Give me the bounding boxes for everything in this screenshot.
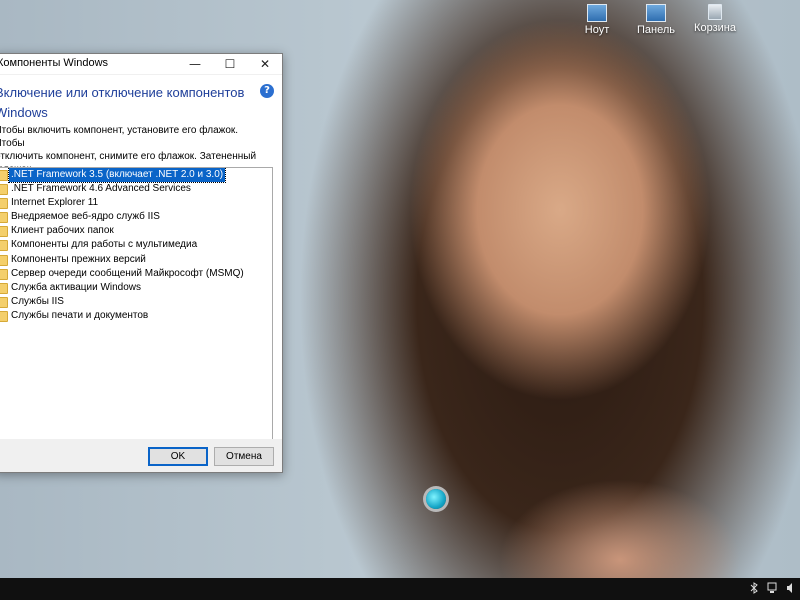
folder-icon (0, 268, 8, 280)
feature-label: Компоненты для работы с мультимедиа (11, 239, 198, 251)
folder-icon (0, 240, 8, 252)
desktop-icon-recycle-bin[interactable]: Корзина (686, 4, 744, 34)
taskbar (0, 578, 800, 600)
dialog-heading: Включение или отключение компонентов Win… (0, 85, 245, 120)
network-icon[interactable] (766, 582, 778, 597)
feature-label: .NET Framework 4.6 Advanced Services (11, 183, 191, 195)
computer-icon (587, 4, 607, 22)
feature-item[interactable]: Сервер очереди сообщений Майкрософт (MSM… (0, 267, 272, 281)
folder-icon (0, 170, 8, 181)
desktop-icon-label: Панель (636, 24, 675, 36)
minimize-button[interactable]: — (178, 54, 212, 74)
close-button[interactable]: ✕ (248, 54, 282, 74)
feature-label: Службы IIS (11, 295, 64, 307)
desktop-icon-control-panel[interactable]: Панель (627, 4, 685, 36)
feature-label: Сервер очереди сообщений Майкрософт (MSM… (11, 267, 244, 279)
maximize-button[interactable]: ☐ (213, 54, 247, 74)
feature-label: Службы печати и документов (11, 309, 149, 321)
folder-icon (0, 310, 8, 322)
windows-features-dialog: Компоненты Windows — ☐ ✕ Включение или о… (0, 53, 283, 473)
features-tree[interactable]: .NET Framework 3.5 (включает .NET 2.0 и … (0, 167, 273, 441)
folder-icon (0, 282, 8, 294)
feature-item[interactable]: .NET Framework 4.6 Advanced Services (0, 182, 272, 196)
folder-icon (0, 198, 8, 210)
help-icon[interactable]: ? (260, 84, 274, 98)
wallpaper-ring-detail (426, 489, 446, 509)
feature-item[interactable]: .NET Framework 3.5 (включает .NET 2.0 и … (0, 168, 272, 183)
feature-item[interactable]: Клиент рабочих папок (0, 224, 272, 238)
feature-label: Внедряемое веб-ядро служб IIS (11, 211, 160, 223)
recycle-bin-icon (708, 4, 722, 20)
desktop-icon-label: Ноут (584, 24, 610, 36)
folder-icon (0, 296, 8, 308)
feature-label: Служба активации Windows (11, 281, 142, 293)
desktop-icon-label: Корзина (694, 22, 736, 34)
feature-label: Internet Explorer 11 (11, 197, 99, 209)
control-panel-icon (646, 4, 666, 22)
cancel-button[interactable]: Отмена (214, 447, 274, 466)
folder-icon (0, 212, 8, 224)
folder-icon (0, 184, 8, 196)
feature-label: Клиент рабочих папок (11, 225, 114, 237)
feature-item[interactable]: Службы IIS (0, 295, 272, 309)
folder-icon (0, 226, 8, 238)
feature-item[interactable]: Internet Explorer 11 (0, 196, 272, 210)
feature-item[interactable]: Компоненты для работы с мультимедиа (0, 238, 272, 252)
system-tray (750, 578, 800, 600)
bluetooth-icon[interactable] (750, 581, 758, 597)
desktop-icon-notebook[interactable]: Ноут (568, 4, 626, 36)
folder-icon (0, 254, 8, 266)
dialog-title: Компоненты Windows (0, 57, 109, 69)
volume-icon[interactable] (786, 582, 796, 597)
feature-label: .NET Framework 3.5 (включает .NET 2.0 и … (7, 168, 227, 183)
feature-label: Компоненты прежних версий (11, 253, 146, 265)
feature-item[interactable]: Компоненты прежних версий (0, 253, 272, 267)
feature-item[interactable]: Внедряемое веб-ядро служб IIS (0, 210, 272, 224)
dialog-content: Включение или отключение компонентов Win… (0, 75, 282, 472)
ok-button[interactable]: OK (148, 447, 208, 466)
feature-item[interactable]: Служба активации Windows (0, 281, 272, 295)
feature-item[interactable]: Службы печати и документов (0, 309, 272, 323)
dialog-titlebar[interactable]: Компоненты Windows — ☐ ✕ (0, 54, 282, 74)
